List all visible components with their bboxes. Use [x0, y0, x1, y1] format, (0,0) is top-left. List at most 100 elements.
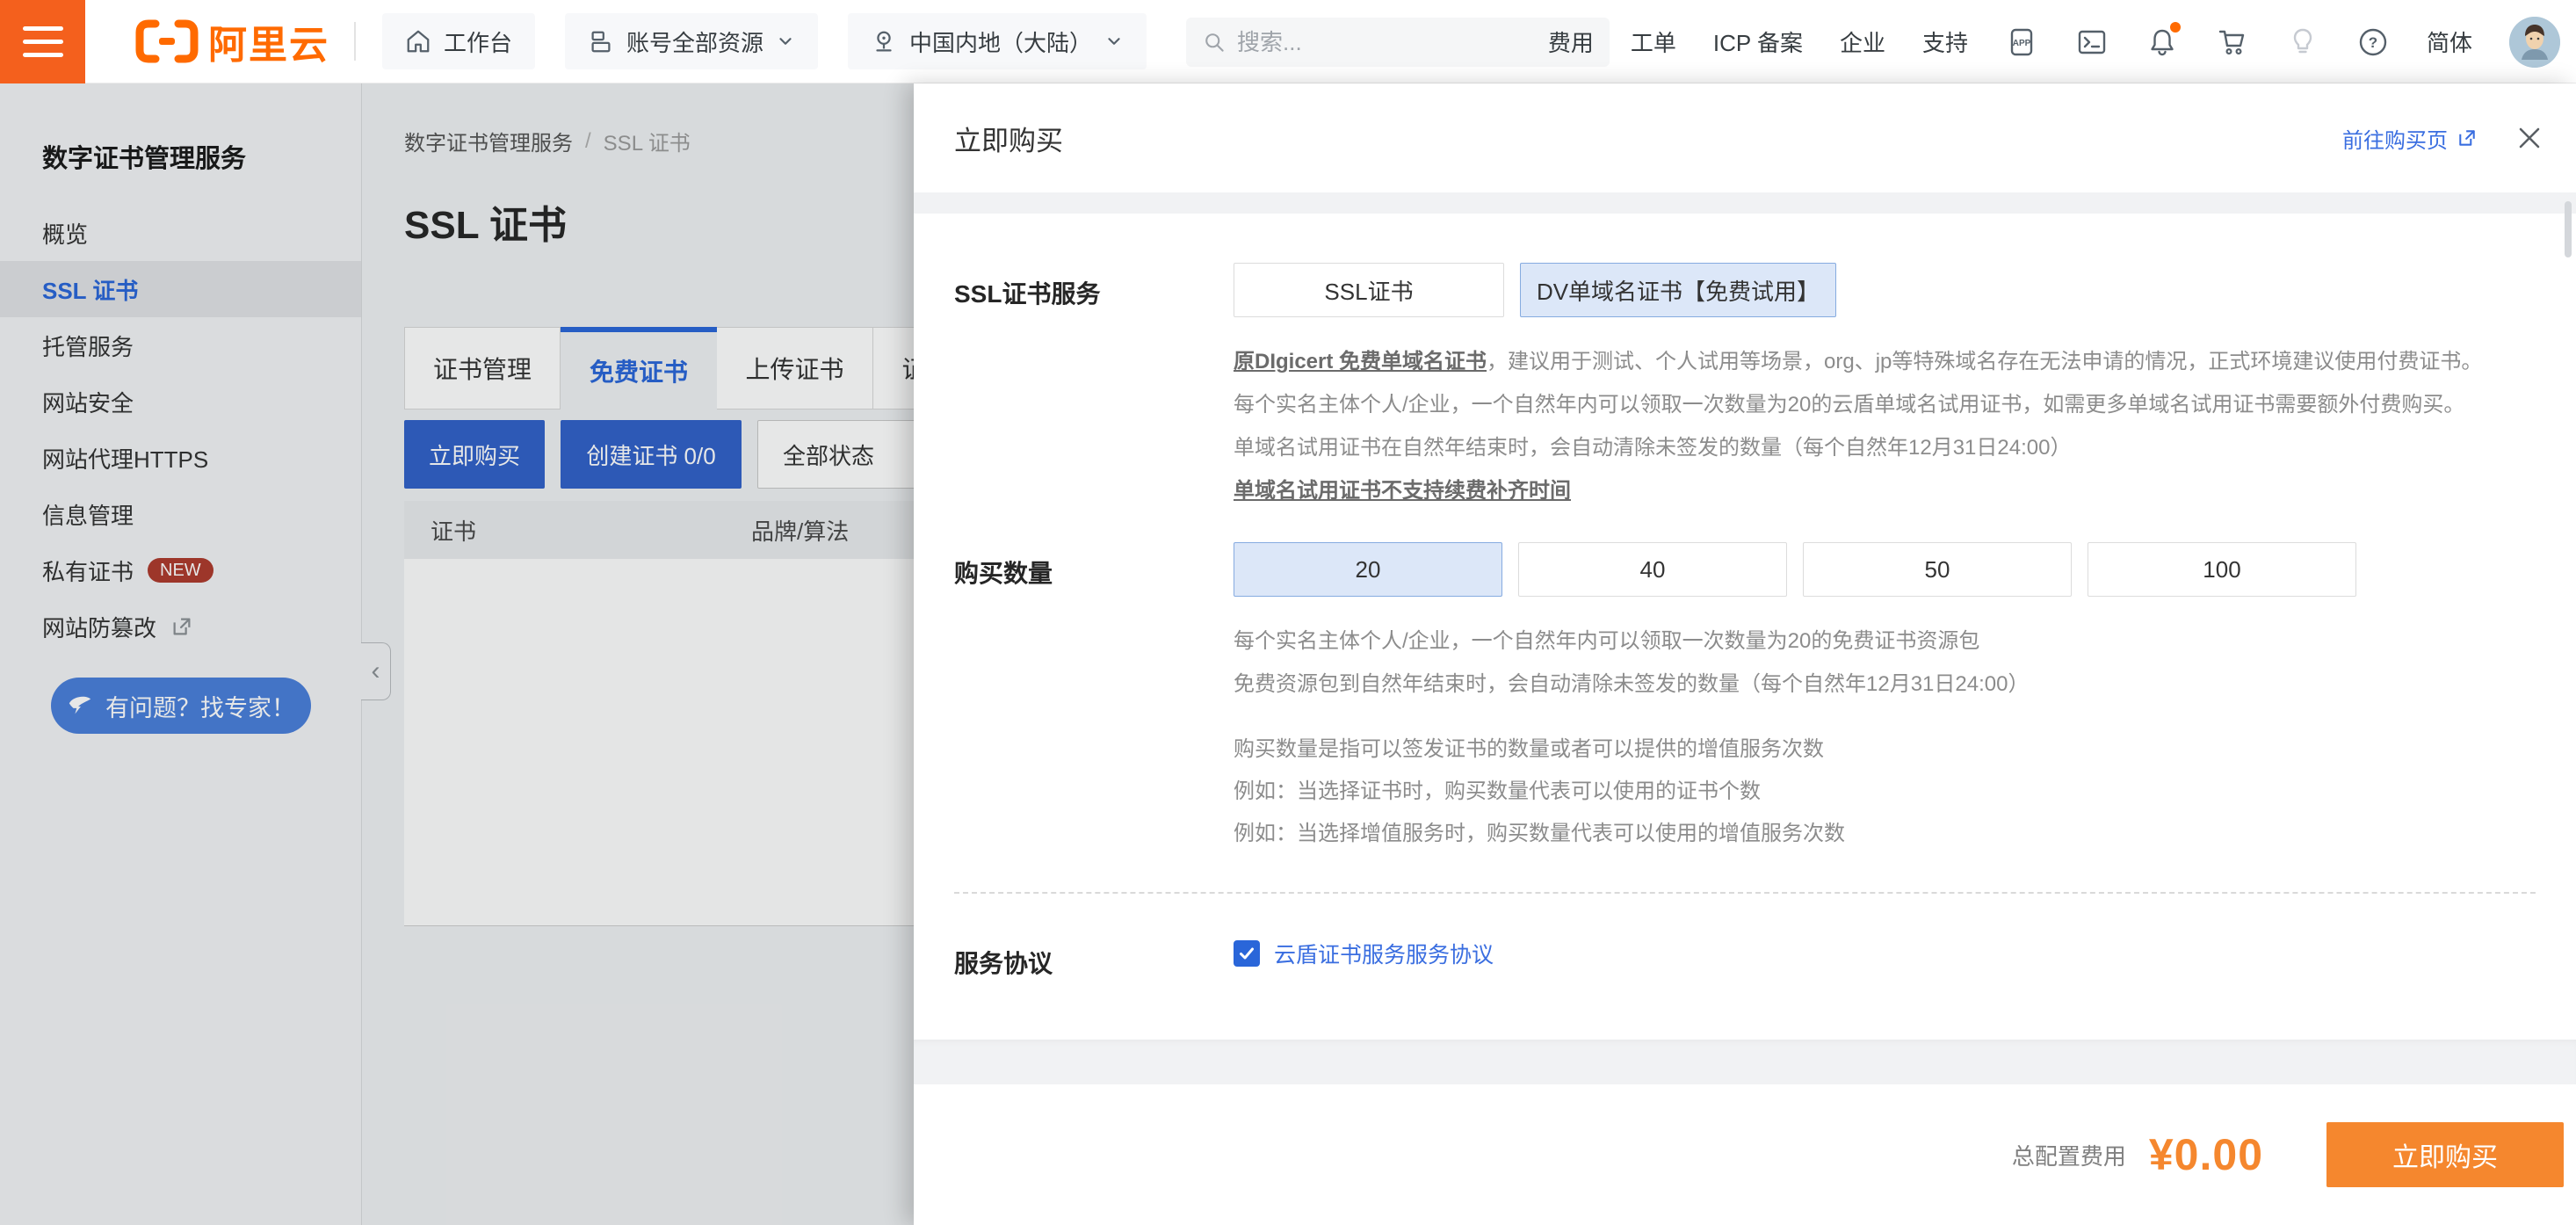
notification-bell-icon[interactable] — [2145, 25, 2179, 59]
digicert-underline-text: 原DIgicert 免费单域名证书 — [1234, 350, 1487, 373]
close-icon[interactable] — [2516, 125, 2543, 151]
agreement-row: 服务协议 云盾证书服务服务协议 — [954, 932, 2536, 980]
nav-link-billing[interactable]: 费用 — [1548, 25, 1594, 58]
language-switcher[interactable]: 简体 — [2427, 25, 2472, 58]
sidebar-item-https-proxy[interactable]: 网站代理HTTPS — [0, 430, 361, 486]
svg-text:APP: APP — [2013, 39, 2031, 48]
main-content: 数字证书管理服务 / SSL 证书 SSL 证书 证书管理 免费证书 上传证书 … — [362, 83, 914, 1225]
region-selector[interactable]: 中国内地（大陆） — [848, 13, 1147, 69]
drawer-header: 立即购买 前往购买页 — [914, 83, 2576, 192]
option-ssl-certificate[interactable]: SSL证书 — [1234, 263, 1504, 317]
column-header-certificate: 证书 — [404, 514, 751, 547]
nav-link-tickets[interactable]: 工单 — [1631, 25, 1676, 58]
user-avatar[interactable] — [2509, 17, 2560, 68]
quantity-option-50[interactable]: 50 — [1803, 542, 2072, 597]
nav-link-enterprise[interactable]: 企业 — [1840, 25, 1885, 58]
tab-upload-certificate[interactable]: 上传证书 — [717, 327, 873, 410]
account-resources-dropdown[interactable]: 账号全部资源 — [565, 13, 818, 69]
navbar-right-cluster: 费用 工单 ICP 备案 企业 支持 APP — [1548, 0, 2560, 83]
status-filter-select[interactable]: 全部状态 — [757, 420, 914, 489]
logo-text: 阿里云 — [208, 13, 329, 69]
sidebar-item-managed-service[interactable]: 托管服务 — [0, 317, 361, 373]
sidebar-item-overview[interactable]: 概览 — [0, 205, 361, 261]
resources-icon — [588, 28, 614, 54]
notification-dot — [2170, 22, 2181, 33]
table-header-row: 证书 品牌/算法 — [404, 501, 914, 559]
new-badge: NEW — [148, 558, 213, 583]
quantity-option-100[interactable]: 100 — [2088, 542, 2356, 597]
nav-link-support[interactable]: 支持 — [1922, 25, 1968, 58]
region-label: 中国内地（大陆） — [909, 25, 1092, 58]
dashed-divider — [954, 892, 2536, 894]
create-certificate-button[interactable]: 创建证书 0/0 — [561, 420, 742, 489]
purchase-form: SSL证书服务 SSL证书 DV单域名证书【免费试用】 原DIgicert 免费… — [914, 214, 2576, 1040]
home-icon — [405, 28, 431, 54]
certificates-table: 证书 品牌/算法 — [404, 501, 914, 926]
nav-divider — [354, 22, 356, 61]
external-link-icon — [170, 615, 193, 638]
sidebar-item-anti-tamper[interactable]: 网站防篡改 — [0, 598, 361, 655]
location-pin-icon — [871, 28, 897, 54]
page-title: SSL 证书 — [404, 193, 914, 250]
total-fee-price: ¥0.00 — [2149, 1129, 2263, 1180]
terminal-icon[interactable] — [2075, 25, 2109, 59]
sidebar-menu: 概览 SSL 证书 托管服务 网站安全 网站代理HTTPS 信息管理 私有证书 … — [0, 205, 361, 655]
sidebar-item-website-security[interactable]: 网站安全 — [0, 373, 361, 430]
help-icon[interactable]: ? — [2356, 25, 2390, 59]
ssl-service-label: SSL证书服务 — [954, 263, 1234, 512]
sidebar-item-private-ca[interactable]: 私有证书 NEW — [0, 542, 361, 598]
alibaba-cloud-logo[interactable]: 阿里云 — [134, 13, 329, 69]
ssl-service-row: SSL证书服务 SSL证书 DV单域名证书【免费试用】 原DIgicert 免费… — [954, 263, 2536, 512]
lightbulb-icon[interactable] — [2286, 25, 2319, 59]
no-renewal-underline-text: 单域名试用证书不支持续费补齐时间 — [1234, 479, 1571, 503]
agreement-label: 服务协议 — [954, 932, 1234, 980]
breadcrumb-root[interactable]: 数字证书管理服务 — [404, 126, 573, 156]
page: 阿里云 工作台 账号全部资源 — [0, 0, 2576, 1225]
confirm-buy-button[interactable]: 立即购买 — [2326, 1122, 2564, 1187]
quantity-notes: 购买数量是指可以签发证书的数量或者可以提供的增值服务次数 例如：当选择证书时，购… — [1234, 728, 2536, 855]
sidebar-collapse-handle[interactable]: ‹ — [361, 642, 391, 700]
agreement-checkbox[interactable] — [1234, 940, 1260, 967]
drawer-title: 立即购买 — [954, 119, 1063, 158]
toolbar: 立即购买 创建证书 0/0 全部状态 — [404, 420, 914, 489]
option-dv-free-trial[interactable]: DV单域名证书【免费试用】 — [1520, 263, 1836, 317]
quantity-label: 购买数量 — [954, 542, 1234, 855]
drawer-footer: 总配置费用 ¥0.00 立即购买 — [914, 1084, 2576, 1225]
buy-now-button[interactable]: 立即购买 — [404, 420, 545, 489]
dingtalk-wing-icon — [67, 692, 93, 719]
tab-bar: 证书管理 免费证书 上传证书 证书工具 — [404, 327, 914, 410]
table-body-empty — [404, 559, 914, 926]
tab-certificate-tools[interactable]: 证书工具 — [873, 327, 914, 410]
search-input[interactable] — [1237, 29, 1594, 56]
external-link-icon — [2457, 127, 2478, 149]
chevron-down-icon — [1104, 32, 1124, 51]
workbench-label: 工作台 — [444, 25, 512, 58]
hamburger-menu-button[interactable] — [0, 0, 85, 83]
total-fee-label: 总配置费用 — [2012, 1139, 2126, 1171]
sidebar-item-info-management[interactable]: 信息管理 — [0, 486, 361, 542]
buy-now-drawer: 立即购买 前往购买页 — [914, 83, 2576, 1225]
logo-bracket-icon — [134, 18, 199, 64]
ask-expert-button[interactable]: 有问题？找专家！ — [51, 678, 311, 734]
app-icon[interactable]: APP — [2005, 25, 2038, 59]
svg-text:?: ? — [2369, 34, 2377, 51]
quantity-option-20[interactable]: 20 — [1234, 542, 1502, 597]
sidebar: 数字证书管理服务 概览 SSL 证书 托管服务 网站安全 网站代理HTTPS 信… — [0, 83, 362, 1225]
drawer-gray-gap — [914, 1040, 2576, 1084]
global-search[interactable] — [1186, 18, 1610, 67]
agreement-link[interactable]: 云盾证书服务服务协议 — [1274, 938, 1494, 969]
tab-free-certificates[interactable]: 免费证书 — [561, 327, 717, 410]
breadcrumb: 数字证书管理服务 / SSL 证书 — [404, 126, 914, 156]
sidebar-title: 数字证书管理服务 — [0, 83, 361, 175]
resources-label: 账号全部资源 — [626, 25, 763, 58]
quantity-option-40[interactable]: 40 — [1518, 542, 1787, 597]
cart-icon[interactable] — [2216, 25, 2249, 59]
tab-certificate-management[interactable]: 证书管理 — [404, 327, 561, 410]
drawer-scroll-strip — [914, 192, 2576, 214]
sidebar-item-ssl-certificates[interactable]: SSL 证书 — [0, 261, 361, 317]
go-to-purchase-page-link[interactable]: 前往购买页 — [2342, 123, 2478, 154]
workbench-button[interactable]: 工作台 — [382, 13, 535, 69]
drawer-scrollbar[interactable] — [2565, 201, 2572, 257]
nav-link-icp[interactable]: ICP 备案 — [1713, 25, 1803, 58]
quantity-row: 购买数量 20 40 50 100 每个实名主体个人/企业，一个自然年内可以领取… — [954, 542, 2536, 855]
